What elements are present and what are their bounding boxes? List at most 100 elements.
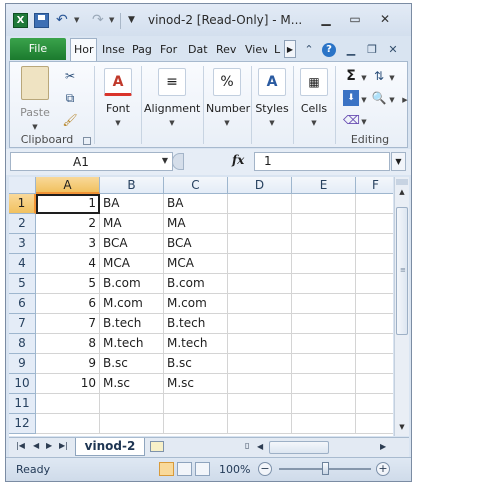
insert-function-icon[interactable]: fx <box>232 153 244 167</box>
cell[interactable] <box>292 234 356 254</box>
first-sheet-icon[interactable]: |◀ <box>16 441 25 450</box>
cell[interactable]: B.tech <box>164 314 228 334</box>
cut-icon[interactable]: ✂ <box>62 68 78 84</box>
row-header[interactable]: 7 <box>9 314 36 334</box>
cell[interactable] <box>228 354 292 374</box>
cell[interactable]: M.tech <box>100 334 164 354</box>
column-header-d[interactable]: D <box>228 177 292 194</box>
save-icon[interactable] <box>34 13 49 28</box>
cell[interactable] <box>228 194 292 214</box>
clipboard-launcher-icon[interactable] <box>83 137 91 145</box>
cell[interactable] <box>292 254 356 274</box>
redo-icon[interactable]: ↷ <box>92 13 107 28</box>
name-box-dropdown-icon[interactable]: ▼ <box>162 156 168 165</box>
alignment-button[interactable]: ≡ Alignment ▼ <box>144 68 200 127</box>
cell[interactable]: M.com <box>100 294 164 314</box>
cell[interactable]: 9 <box>36 354 100 374</box>
cell[interactable]: MA <box>164 214 228 234</box>
row-header[interactable]: 6 <box>9 294 36 314</box>
split-box[interactable] <box>396 179 408 185</box>
horizontal-scrollbar[interactable]: ▯ ◀ ▶ <box>245 441 395 454</box>
cell[interactable] <box>228 234 292 254</box>
page-layout-view-icon[interactable] <box>177 462 192 476</box>
cell[interactable] <box>356 414 393 434</box>
cell[interactable] <box>356 214 393 234</box>
cell[interactable]: B.sc <box>164 354 228 374</box>
row-header[interactable]: 8 <box>9 334 36 354</box>
maximize-button[interactable]: ▭ <box>342 10 368 28</box>
cell[interactable] <box>228 334 292 354</box>
workbook-close-icon[interactable]: ✕ <box>386 43 400 57</box>
cell[interactable] <box>228 214 292 234</box>
cell[interactable] <box>292 354 356 374</box>
row-header[interactable]: 2 <box>9 214 36 234</box>
scroll-up-icon[interactable]: ▲ <box>397 188 407 196</box>
row-header[interactable]: 5 <box>9 274 36 294</box>
column-header-c[interactable]: C <box>164 177 228 194</box>
workbook-restore-icon[interactable]: ❐ <box>365 43 379 57</box>
expand-formula-bar-icon[interactable]: ▼ <box>391 152 406 171</box>
row-header[interactable]: 4 <box>9 254 36 274</box>
cell[interactable] <box>100 414 164 434</box>
tab-insert[interactable]: Inse <box>102 39 126 60</box>
cell[interactable]: BCA <box>100 234 164 254</box>
horizontal-scroll-thumb[interactable] <box>269 441 329 454</box>
cell[interactable] <box>356 294 393 314</box>
cell[interactable] <box>228 294 292 314</box>
cell[interactable]: B.com <box>164 274 228 294</box>
cell[interactable] <box>228 274 292 294</box>
sheet-tab-vinod-2[interactable]: vinod-2 <box>75 438 145 456</box>
tab-home[interactable]: Hor <box>70 38 97 61</box>
undo-icon[interactable]: ↶ <box>56 13 71 28</box>
row-header[interactable]: 12 <box>9 414 36 434</box>
zoom-slider-thumb[interactable] <box>322 462 329 475</box>
worksheet-grid[interactable]: A B C D E F 1 1 BA BA 2 2 MA MA 3 3 BCA BCA 4 4 MCA MCA 5 5 B.co… <box>9 177 393 436</box>
cell[interactable] <box>292 314 356 334</box>
redo-dropdown-icon[interactable]: ▼ <box>109 16 114 24</box>
cell[interactable] <box>228 374 292 394</box>
cell[interactable] <box>292 374 356 394</box>
sort-filter-dropdown-icon[interactable]: ▼ <box>384 70 400 86</box>
cell[interactable] <box>36 414 100 434</box>
cell[interactable]: MA <box>100 214 164 234</box>
minimize-button[interactable]: ▁ <box>313 10 339 28</box>
name-box[interactable]: A1 ▼ <box>10 152 173 171</box>
cell[interactable]: MCA <box>164 254 228 274</box>
zoom-level[interactable]: 100% <box>219 463 250 476</box>
cell[interactable] <box>356 354 393 374</box>
cell[interactable] <box>292 414 356 434</box>
cell[interactable] <box>356 234 393 254</box>
number-button[interactable]: % Number ▼ <box>206 68 250 127</box>
cell[interactable]: BA <box>164 194 228 214</box>
cell[interactable]: 6 <box>36 294 100 314</box>
cell[interactable] <box>292 394 356 414</box>
paste-button[interactable]: Paste ▼ <box>18 66 52 131</box>
cell[interactable] <box>356 374 393 394</box>
scroll-down-icon[interactable]: ▼ <box>397 423 407 431</box>
cell[interactable]: M.tech <box>164 334 228 354</box>
cell[interactable]: 2 <box>36 214 100 234</box>
cell[interactable] <box>164 394 228 414</box>
cell[interactable] <box>356 194 393 214</box>
tab-file[interactable]: File <box>10 38 66 60</box>
tab-split-handle-icon[interactable]: ▯ <box>245 441 249 450</box>
cell[interactable]: 10 <box>36 374 100 394</box>
fill-dropdown-icon[interactable]: ▼ <box>356 92 372 108</box>
cell[interactable]: B.com <box>100 274 164 294</box>
font-button[interactable]: A Font ▼ <box>100 68 136 127</box>
tab-review[interactable]: Rev <box>216 39 237 60</box>
column-header-e[interactable]: E <box>292 177 356 194</box>
scroll-right-icon[interactable]: ▶ <box>380 442 386 451</box>
cell[interactable] <box>356 334 393 354</box>
undo-dropdown-icon[interactable]: ▼ <box>74 16 79 24</box>
cell[interactable]: M.com <box>164 294 228 314</box>
tab-view[interactable]: Viev <box>245 39 267 60</box>
cell[interactable] <box>228 254 292 274</box>
cell[interactable] <box>292 194 356 214</box>
cell[interactable]: 7 <box>36 314 100 334</box>
tab-page-layout[interactable]: Pag <box>132 39 154 60</box>
cell[interactable] <box>356 274 393 294</box>
prev-sheet-icon[interactable]: ◀ <box>33 441 39 450</box>
clear-dropdown-icon[interactable]: ▼ <box>356 114 372 130</box>
excel-app-icon[interactable]: X <box>13 13 28 28</box>
